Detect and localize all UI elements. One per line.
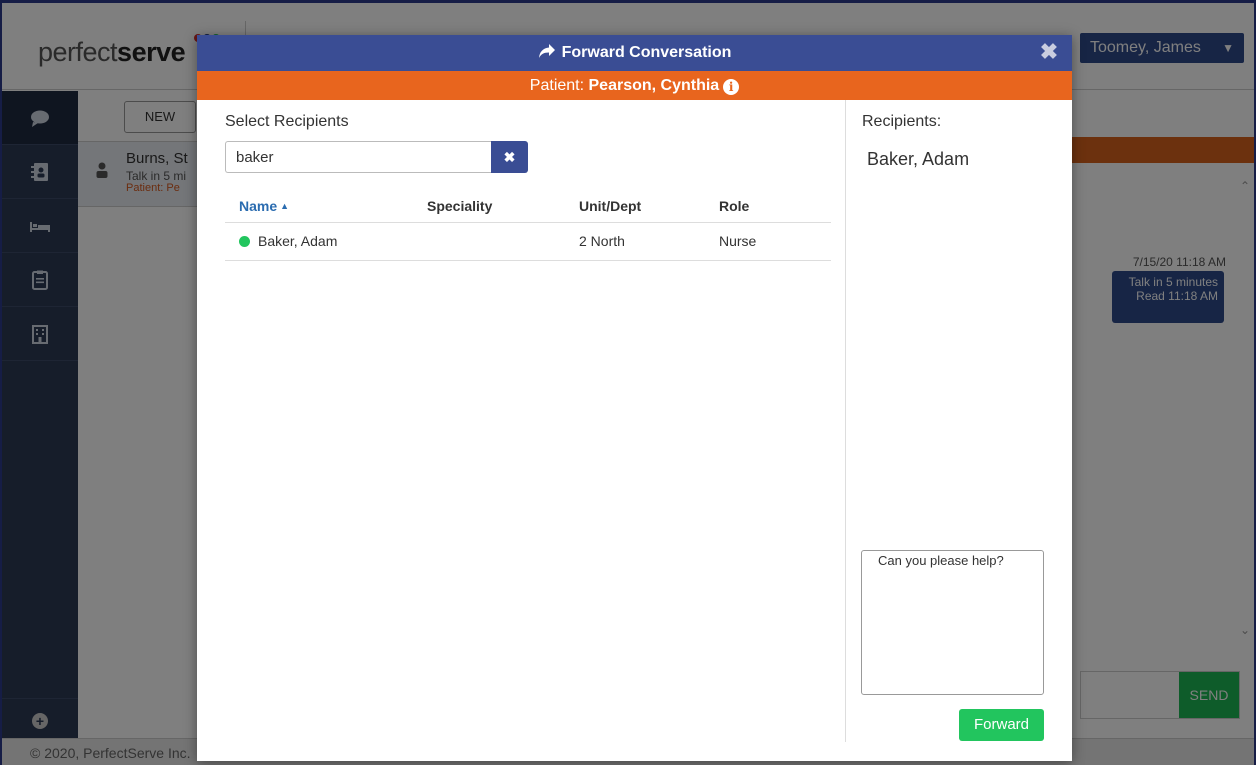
dialog-title: Forward Conversation [197,35,1072,71]
info-icon[interactable]: i [723,79,740,95]
patient-banner: Patient: Pearson, Cynthia i [197,71,1072,100]
sort-asc-icon: ▲ [280,200,290,211]
online-status-icon [239,236,250,247]
column-header-speciality[interactable]: Speciality [427,190,579,223]
column-header-name[interactable]: Name ▲ [225,190,427,223]
clear-x-icon: ✖ [503,149,516,165]
clear-search-button[interactable]: ✖ [491,141,528,173]
recipients-title: Recipients: [862,113,942,130]
dialog-header: Forward Conversation ✖ [197,35,1072,71]
patient-prefix: Patient: [529,77,589,94]
close-icon[interactable]: ✖ [1038,41,1060,63]
cell-speciality [427,222,579,261]
recipient-results-table: Name ▲ Speciality Unit/Dept Role Baker, A… [225,190,831,261]
table-row[interactable]: Baker, Adam 2 North Nurse [225,222,831,261]
column-header-unit[interactable]: Unit/Dept [579,190,719,223]
recipient-item[interactable]: Baker, Adam [867,149,969,170]
column-header-role[interactable]: Role [719,190,831,223]
recipients-panel: Recipients: Baker, Adam Can you please h… [845,100,1072,742]
table-header-row: Name ▲ Speciality Unit/Dept Role [225,190,831,223]
share-arrow-icon [538,44,555,58]
cell-name: Baker, Adam [225,222,427,261]
select-recipients-title: Select Recipients [225,113,349,130]
cell-role: Nurse [719,222,831,261]
forward-message-textarea[interactable]: Can you please help? [861,550,1044,695]
select-recipients-panel: Select Recipients ✖ Name▲ Speciality Uni… [197,100,845,761]
recipient-search-input[interactable] [225,141,491,173]
cell-unit: 2 North [579,222,719,261]
patient-name: Pearson, Cynthia [588,77,720,94]
forward-conversation-dialog: Forward Conversation ✖ Patient: Pearson,… [197,35,1072,761]
forward-button[interactable]: Forward [959,709,1044,741]
